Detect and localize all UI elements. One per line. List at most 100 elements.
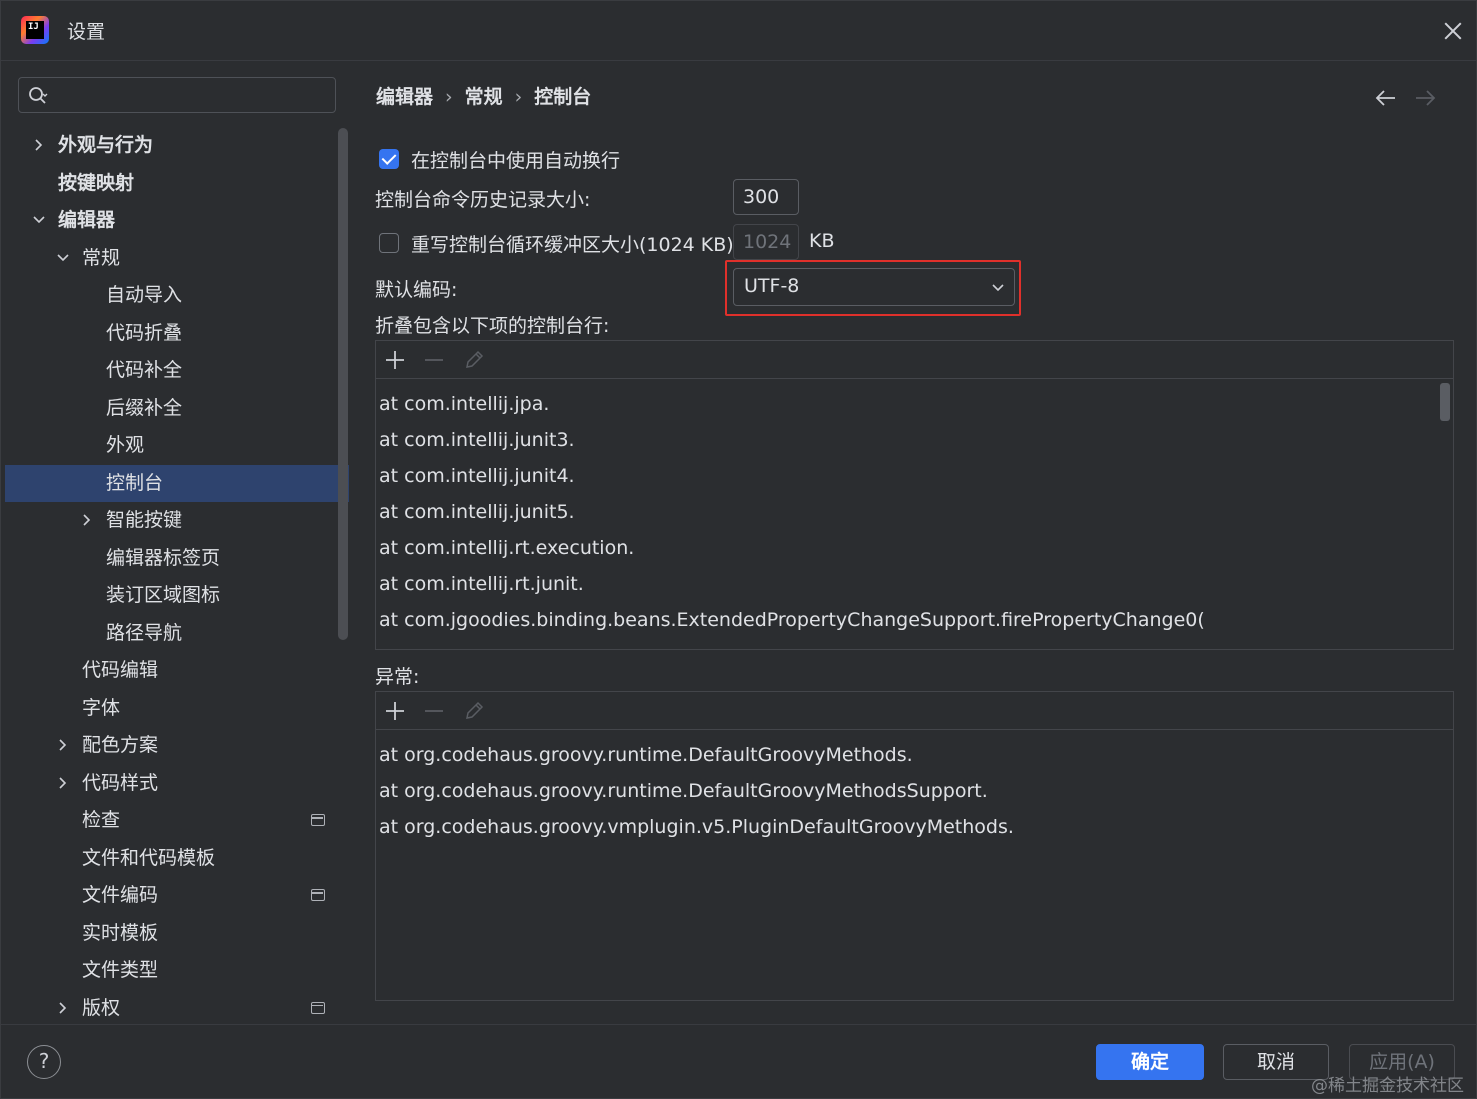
soft-wrap-checkbox[interactable] (379, 149, 399, 169)
sidebar-item[interactable]: 智能按键 (5, 502, 349, 539)
sidebar-item[interactable]: 实时模板 (5, 915, 349, 952)
help-button[interactable]: ? (27, 1045, 61, 1079)
sidebar-item-label: 代码编辑 (82, 659, 159, 681)
sidebar-item[interactable]: 代码补全 (5, 352, 349, 389)
breadcrumb-separator: › (445, 86, 453, 108)
sidebar-item[interactable]: 控制台 (5, 464, 349, 502)
history-size-input[interactable]: 300 (733, 179, 799, 215)
sidebar-item[interactable]: 后缀补全 (5, 390, 349, 427)
sidebar-item[interactable]: 按键映射 (5, 165, 349, 202)
chevron-right-icon[interactable] (55, 990, 71, 1027)
close-icon[interactable] (1437, 15, 1469, 47)
sidebar-item-label: 编辑器 (58, 209, 116, 231)
fold-line-item[interactable]: at com.intellij.jpa. (379, 386, 549, 422)
sidebar-item[interactable]: 路径导航 (5, 615, 349, 652)
breadcrumb-item-general[interactable]: 常规 (465, 82, 503, 109)
project-scope-icon (311, 889, 325, 901)
project-scope-icon (311, 1001, 325, 1014)
sidebar-scrollbar[interactable] (338, 128, 348, 640)
sidebar-item[interactable]: 外观与行为 (5, 127, 349, 164)
remove-icon[interactable] (423, 700, 445, 722)
sidebar-item-label: 智能按键 (106, 509, 183, 531)
chevron-right-icon[interactable] (55, 765, 71, 802)
fold-line-item[interactable]: at com.intellij.junit5. (379, 494, 575, 530)
sidebar-item[interactable]: 字体 (5, 690, 349, 727)
chevron-right-icon[interactable] (55, 727, 71, 764)
sidebar-item[interactable]: 版权 (5, 990, 349, 1027)
encoding-value: UTF-8 (744, 275, 800, 297)
sidebar-item-label: 检查 (82, 809, 121, 831)
fold-line-item[interactable]: at com.intellij.junit4. (379, 458, 575, 494)
add-icon[interactable] (384, 700, 406, 722)
sidebar-item-label: 文件类型 (82, 959, 159, 981)
sidebar-item-label: 外观 (106, 434, 145, 456)
sidebar-item[interactable]: 编辑器 (5, 202, 349, 239)
chevron-down-icon (992, 284, 1004, 292)
chevron-down-icon[interactable] (31, 202, 47, 239)
sidebar-item[interactable]: 代码样式 (5, 765, 349, 802)
sidebar-item[interactable]: 常规 (5, 240, 349, 277)
sidebar-item[interactable]: 检查 (5, 802, 349, 839)
sidebar-item[interactable]: 编辑器标签页 (5, 540, 349, 577)
sidebar-item[interactable]: 自动导入 (5, 277, 349, 314)
edit-pencil-icon[interactable] (463, 349, 485, 371)
settings-sidebar: 外观与行为按键映射编辑器常规自动导入代码折叠代码补全 后缀补全外观控制台智能按键编… (5, 62, 349, 1024)
sidebar-item[interactable]: 代码编辑 (5, 652, 349, 689)
settings-dialog: IJ 设置 外观与行为 按键映射 编辑器 常规 自动导入 代码折叠 代码补全 后缀补全 外观 控制… (0, 0, 1477, 1099)
remove-icon[interactable] (423, 349, 445, 371)
sidebar-item-label: 装订区域图标 (106, 584, 221, 606)
arrow-right-icon[interactable] (1413, 86, 1437, 110)
watermark: @稀土掘金技术社区 (1311, 1076, 1464, 1096)
fold-line-item[interactable]: at com.jgoodies.binding.beans.ExtendedPr… (379, 602, 1205, 638)
fold-lines-list: at com.intellij.jpa. at com.intellij.juni… (376, 379, 1436, 649)
sidebar-item-label: 代码样式 (82, 771, 159, 794)
sidebar-item[interactable]: 装订区域图标 (5, 577, 349, 614)
sidebar-item-label: 代码折叠 (106, 321, 183, 344)
exceptions-panel: at org.codehaus.groovy.runtime.DefaultGr… (375, 691, 1454, 1001)
exception-item[interactable]: at org.codehaus.groovy.runtime.DefaultGr… (379, 737, 913, 773)
title-bar: IJ 设置 (1, 1, 1476, 61)
sidebar-item[interactable]: 文件类型 (5, 952, 349, 989)
logo-text: IJ (26, 21, 44, 39)
chevron-right-icon[interactable] (79, 502, 95, 539)
edit-pencil-icon[interactable] (463, 700, 485, 722)
settings-content: 编辑器 › 常规 › 控制台 在控制台中使用自动换行 控制台命令历史记录大小: 300 … (350, 62, 1476, 1024)
override-buffer-checkbox[interactable] (379, 233, 399, 253)
sidebar-item-label: 文件编码 (82, 884, 159, 906)
sidebar-item[interactable]: 文件编码 (5, 877, 349, 914)
breadcrumb-item-editor[interactable]: 编辑器 (376, 82, 433, 109)
exception-item[interactable]: at org.codehaus.groovy.vmplugin.v5.Plugi… (379, 809, 1014, 845)
fold-lines-scrollbar[interactable] (1440, 383, 1450, 421)
sidebar-item-label: 自动导入 (106, 284, 183, 306)
sidebar-item[interactable]: 代码折叠 (5, 315, 349, 352)
chevron-down-icon[interactable] (55, 240, 71, 277)
exception-item[interactable]: at org.codehaus.groovy.runtime.DefaultGr… (379, 773, 988, 809)
sidebar-item-label: 按键映射 (58, 171, 135, 194)
search-input[interactable] (59, 82, 329, 108)
arrow-left-icon[interactable] (1374, 86, 1398, 110)
exceptions-label: 异常: (375, 666, 420, 688)
sidebar-item[interactable]: 文件和代码模板 (5, 840, 349, 877)
search-box[interactable] (18, 77, 336, 113)
window-title: 设置 (67, 21, 106, 43)
exceptions-list: at org.codehaus.groovy.runtime.DefaultGr… (376, 730, 1436, 1000)
sidebar-item[interactable]: 外观 (5, 427, 349, 464)
dialog-footer: ? 确定 取消 应用(A) @稀土掘金技术社区 (1, 1024, 1476, 1098)
buffer-size-input[interactable]: 1024 (733, 224, 799, 260)
override-buffer-label: 重写控制台循环缓冲区大小(1024 KB) (411, 234, 734, 256)
fold-line-item[interactable]: at com.intellij.rt.junit. (379, 566, 584, 602)
add-icon[interactable] (384, 349, 406, 371)
encoding-label: 默认编码: (375, 279, 458, 301)
breadcrumb: 编辑器 › 常规 › 控制台 (376, 82, 591, 109)
fold-line-item[interactable]: at com.intellij.rt.execution. (379, 530, 634, 566)
project-scope-icon (311, 814, 325, 826)
fold-line-item[interactable]: at com.intellij.junit3. (379, 422, 575, 458)
intellij-logo-icon: IJ (21, 16, 49, 44)
sidebar-item-label: 常规 (82, 246, 121, 269)
ok-button[interactable]: 确定 (1096, 1044, 1204, 1080)
encoding-dropdown[interactable]: UTF-8 (733, 268, 1015, 306)
chevron-right-icon[interactable] (31, 127, 47, 164)
sidebar-item-label: 版权 (82, 996, 121, 1019)
sidebar-item[interactable]: 配色方案 (5, 727, 349, 764)
sidebar-item-label: 字体 (82, 696, 121, 719)
